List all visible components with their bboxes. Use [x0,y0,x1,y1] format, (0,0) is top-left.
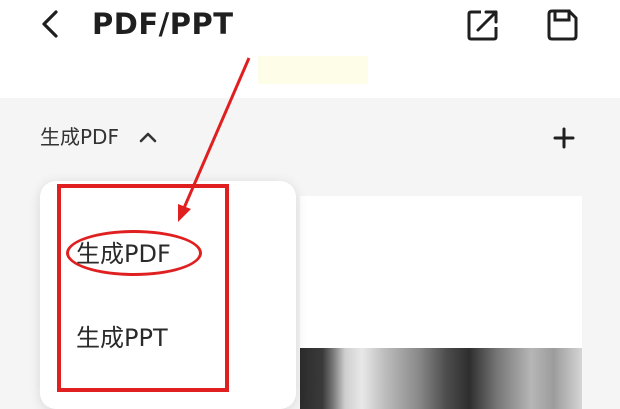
annotation-ellipse [66,230,202,276]
external-link-icon[interactable] [466,8,500,42]
annotation-rectangle [57,184,229,392]
page-title: PDF/PPT [92,7,234,41]
section-dropdown-toggle[interactable]: 生成PDF [40,122,157,152]
preview-image [300,348,582,409]
document-preview-card[interactable] [300,196,582,409]
chevron-up-icon [139,132,157,143]
chevron-left-icon[interactable] [34,6,68,42]
section-label: 生成PDF [40,125,119,149]
floppy-disk-icon[interactable] [545,8,579,42]
highlight-mark [258,56,368,84]
plus-icon[interactable] [548,122,580,154]
